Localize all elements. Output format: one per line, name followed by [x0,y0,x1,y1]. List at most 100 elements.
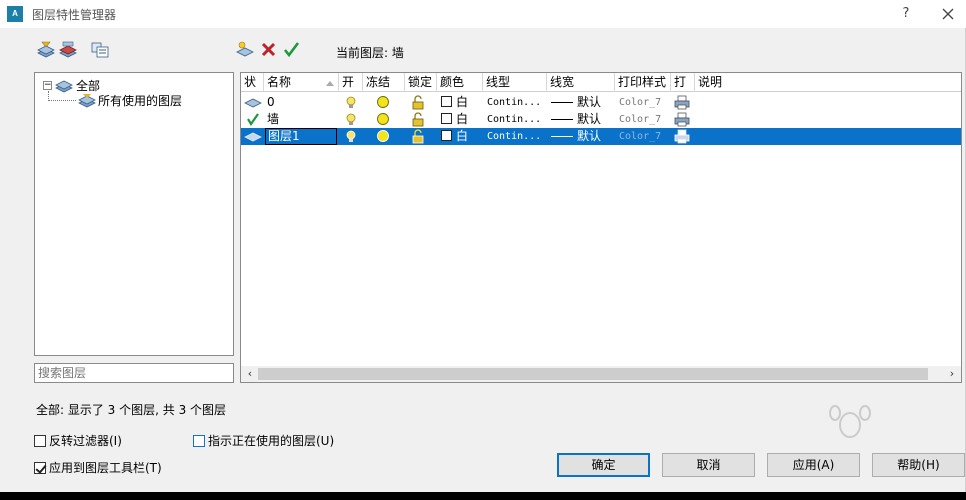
layer-linetype[interactable]: Contin... [484,111,547,128]
column-header-freeze[interactable]: 冻结 [363,73,405,92]
indicate-in-use-checkbox[interactable] [193,434,205,447]
apply-to-toolbar-option[interactable]: 应用到图层工具栏(T) [34,459,162,476]
sun-thawed-icon[interactable] [376,129,390,143]
autocad-app-icon: A [7,6,23,22]
column-header-description[interactable]: 说明 [695,73,961,92]
new-layer-button[interactable] [235,40,255,60]
color-swatch [441,130,452,141]
apply-button[interactable]: 应用(A) [767,453,860,477]
layer-lineweight-label: 默认 [577,95,602,109]
group-filter-icon [59,41,77,58]
layer-states-icon [91,42,109,58]
title-bar: A 图层特性管理器 ? [0,0,966,28]
new-group-filter-button[interactable] [58,40,78,60]
window-title: 图层特性管理器 [32,8,117,22]
layer-name-input[interactable]: 图层1 [265,128,337,145]
apply-to-toolbar-checkbox[interactable] [34,461,46,474]
help-dialog-button[interactable]: 帮助(H) [872,453,965,477]
lightbulb-on-icon[interactable] [345,129,357,144]
scroll-left-arrow-icon[interactable]: ‹ [243,366,257,382]
close-icon [942,8,954,20]
delete-layer-button[interactable] [259,40,279,60]
ok-button[interactable]: 确定 [557,453,650,477]
lineweight-sample [551,119,573,120]
horizontal-scrollbar[interactable]: ‹ › [241,366,961,382]
printer-icon[interactable] [674,112,690,127]
layer-color[interactable]: 白 [438,94,483,111]
layer-linetype[interactable]: Contin... [484,94,547,111]
color-swatch [441,96,452,107]
layer-name[interactable]: 0 [264,94,339,111]
printer-icon[interactable] [674,95,690,110]
column-header-plot[interactable]: 打 [671,73,695,92]
invert-filter-option[interactable]: 反转过滤器(I) [34,432,122,449]
column-header-name-label: 名称 [267,75,292,89]
layer-color[interactable]: 白 [438,111,483,128]
layer-plotstyle: Color_7 [619,114,662,125]
lineweight-sample [551,102,573,103]
lineweight-sample [551,136,573,137]
column-header-status[interactable]: 状 [241,73,264,92]
layer-color-label: 白 [456,95,469,109]
layer-name-editor[interactable]: 图层1 [264,128,339,145]
lightbulb-on-icon[interactable] [345,112,357,127]
column-header-lock[interactable]: 锁定 [405,73,437,92]
search-layers-input[interactable] [34,363,234,383]
layer-color[interactable]: 白 [438,128,483,145]
set-current-button[interactable] [282,40,302,60]
new-layer-icon [236,41,254,57]
sun-thawed-icon[interactable] [376,95,390,109]
scroll-right-arrow-icon[interactable]: › [945,366,959,382]
layer-lineweight[interactable]: 默认 [548,111,615,128]
layer-linetype[interactable]: Contin... [484,128,547,145]
unlocked-icon[interactable] [411,95,425,110]
column-header-linetype[interactable]: 线型 [483,73,547,92]
cancel-button[interactable]: 取消 [662,453,755,477]
unlocked-icon[interactable] [411,129,425,144]
layer-status-icon [244,98,262,108]
layer-row-selected[interactable]: 图层1 白 Contin... 默认 Color_7 [241,128,961,145]
delete-x-icon [261,42,276,57]
filter-tree-panel [34,72,234,356]
layer-plotstyle: Color_7 [619,97,662,108]
layer-row[interactable]: 0 白 Contin... 默认 Color_7 [241,94,961,111]
tree-expander[interactable]: − [43,81,52,90]
column-header-color[interactable]: 颜色 [437,73,483,92]
scrollbar-thumb[interactable] [258,368,928,380]
layer-lineweight-label: 默认 [577,112,602,126]
new-filter-icon [37,41,55,58]
new-property-filter-button[interactable] [36,40,56,60]
layer-color-label: 白 [456,129,469,143]
color-swatch [441,113,452,124]
column-header-name[interactable]: 名称 [264,73,339,92]
column-header-on[interactable]: 开 [339,73,363,92]
close-button[interactable] [937,3,959,25]
layer-list-grid: 状 名称 开 冻结 锁定 颜色 线型 线宽 打印样式 打 说明 0 白 Cont… [240,72,962,383]
tree-connector [48,100,76,101]
layer-states-manager-button[interactable] [90,40,110,60]
layer-lineweight[interactable]: 默认 [548,128,615,145]
layer-name[interactable]: 墙 [264,111,339,128]
layer-lineweight[interactable]: 默认 [548,94,615,111]
indicate-in-use-label: 指示正在使用的图层(U) [208,434,335,448]
column-header-lineweight[interactable]: 线宽 [547,73,615,92]
layer-row[interactable]: 墙 白 Contin... 默认 Color_7 [241,111,961,128]
column-header-plotstyle[interactable]: 打印样式 [615,73,671,92]
invert-filter-label: 反转过滤器(I) [49,434,122,448]
check-icon [283,42,300,58]
sun-thawed-icon[interactable] [376,112,390,126]
tree-item-used-layers-label: 所有使用的图层 [98,94,183,108]
indicate-in-use-option[interactable]: 指示正在使用的图层(U) [193,432,334,449]
layer-stack-icon [55,80,73,92]
status-text: 全部: 显示了 3 个图层, 共 3 个图层 [36,403,227,417]
lightbulb-on-icon[interactable] [345,95,357,110]
printer-icon[interactable] [674,129,690,144]
unlocked-icon[interactable] [411,112,425,127]
current-layer-check-icon [247,113,259,126]
invert-filter-checkbox[interactable] [34,434,46,447]
sort-arrow-icon [326,81,334,86]
help-button[interactable]: ? [896,4,916,24]
grid-header: 状 名称 开 冻结 锁定 颜色 线型 线宽 打印样式 打 说明 [241,73,961,92]
layer-lineweight-label: 默认 [577,129,602,143]
tree-item-used-layers[interactable]: 所有使用的图层 [78,92,182,109]
